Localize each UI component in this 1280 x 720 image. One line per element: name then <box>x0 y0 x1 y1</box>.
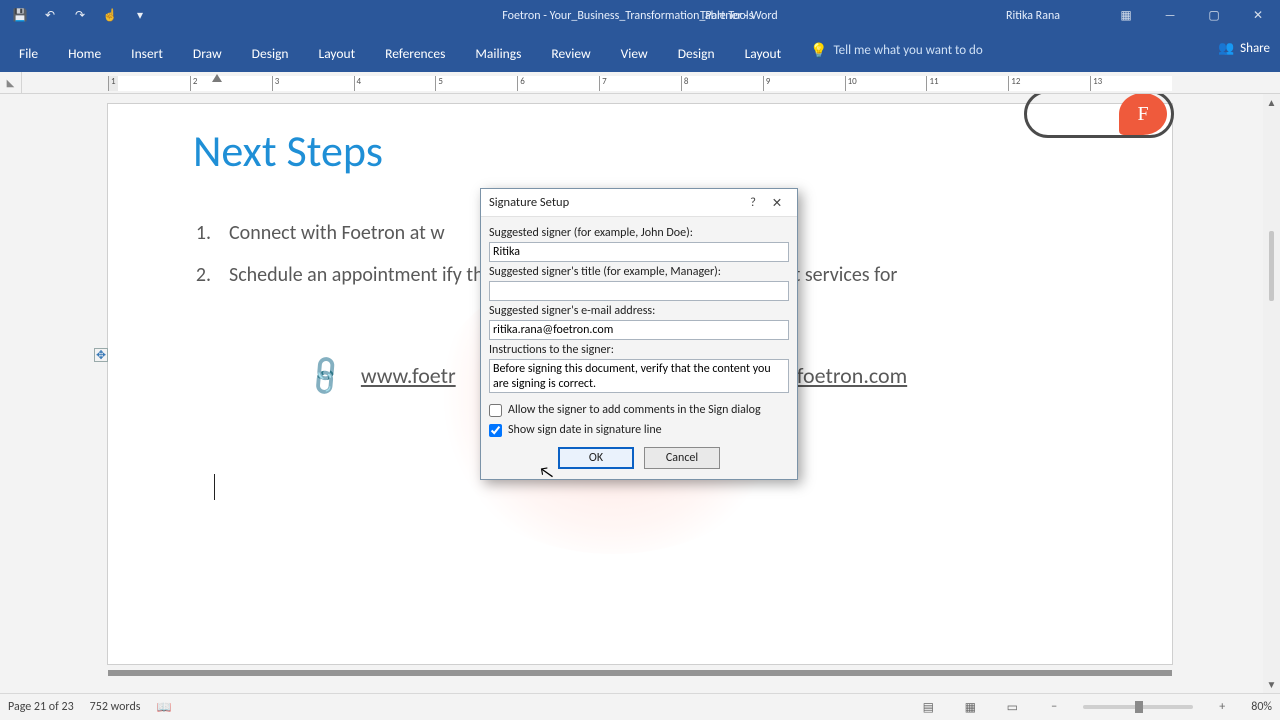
show-date-checkbox[interactable] <box>489 424 502 437</box>
text-cursor <box>214 474 215 500</box>
ruler-tick: 10 <box>845 76 927 91</box>
tab-view[interactable]: View <box>606 35 663 72</box>
signed-in-user[interactable]: Ritika Rana <box>1006 9 1060 23</box>
dialog-close-icon[interactable]: ✕ <box>765 195 789 211</box>
tell-me-search[interactable]: 💡 Tell me what you want to do <box>810 42 983 59</box>
ruler-area: ◣ 1 2 3 4 5 6 7 8 9 10 11 12 13 <box>0 72 1280 94</box>
zoom-slider[interactable] <box>1083 705 1193 709</box>
ruler-tick: 11 <box>926 76 1008 91</box>
ruler-tick: 7 <box>599 76 681 91</box>
tab-references[interactable]: References <box>370 35 460 72</box>
quick-access-toolbar: 💾 ↶ ↷ ☝ ▾ <box>0 4 152 28</box>
window-controls: ▦ — ▢ ✕ <box>1104 0 1280 31</box>
tab-home[interactable]: Home <box>53 35 116 72</box>
instructions-textarea[interactable] <box>489 359 789 393</box>
link-icon: 🔗 <box>301 351 350 400</box>
allow-comments-checkbox-row[interactable]: Allow the signer to add comments in the … <box>489 403 789 417</box>
ribbon-options-icon[interactable]: ▦ <box>1104 0 1148 31</box>
show-date-checkbox-row[interactable]: Show sign date in signature line <box>489 423 789 437</box>
ruler-tick: 5 <box>435 76 517 91</box>
dialog-titlebar[interactable]: Signature Setup ? ✕ <box>481 189 797 217</box>
select-all-corner[interactable]: ◣ <box>0 72 22 94</box>
ok-button[interactable]: OK <box>558 447 634 469</box>
page-heading: Next Steps <box>193 124 383 178</box>
web-layout-icon[interactable]: ▭ <box>999 697 1025 717</box>
dialog-title: Signature Setup <box>489 195 569 210</box>
signer-title-input[interactable] <box>489 281 789 301</box>
share-label: Share <box>1240 41 1270 56</box>
qat-customize-icon[interactable]: ▾ <box>128 4 152 28</box>
ruler-tick: 1 <box>108 76 190 91</box>
zoom-slider-thumb[interactable] <box>1135 701 1143 713</box>
ruler-tick: 12 <box>1008 76 1090 91</box>
signer-email-input[interactable] <box>489 320 789 340</box>
hyperlink-right[interactable]: .foetron.com <box>792 362 908 389</box>
tab-table-design[interactable]: Design <box>663 35 730 72</box>
logo-bubble-icon: F <box>1119 94 1167 135</box>
tab-mailings[interactable]: Mailings <box>460 35 536 72</box>
tab-design[interactable]: Design <box>237 35 304 72</box>
ruler-tick: 9 <box>763 76 845 91</box>
maximize-icon[interactable]: ▢ <box>1192 0 1236 31</box>
status-bar: Page 21 of 23 752 words 📖 ▤ ▦ ▭ − + 80% <box>0 693 1280 720</box>
cancel-button[interactable]: Cancel <box>644 447 720 469</box>
ruler-tick: 13 <box>1090 76 1172 91</box>
ribbon-tabs: File Home Insert Draw Design Layout Refe… <box>0 31 1280 72</box>
word-count[interactable]: 752 words <box>90 700 141 714</box>
zoom-out-icon[interactable]: − <box>1041 697 1067 717</box>
signer-title-label: Suggested signer's title (for example, M… <box>489 265 789 279</box>
signer-email-label: Suggested signer's e-mail address: <box>489 304 789 318</box>
tab-table-layout[interactable]: Layout <box>730 35 797 72</box>
ruler-tick: 8 <box>681 76 763 91</box>
share-icon: 👥 <box>1218 41 1234 56</box>
help-icon[interactable]: ? <box>741 195 765 210</box>
print-layout-icon[interactable]: ▦ <box>957 697 983 717</box>
brand-logo: F <box>1024 94 1174 138</box>
tab-layout[interactable]: Layout <box>304 35 371 72</box>
read-mode-icon[interactable]: ▤ <box>915 697 941 717</box>
undo-icon[interactable]: ↶ <box>38 4 62 28</box>
signer-label: Suggested signer (for example, John Doe)… <box>489 226 789 240</box>
contextual-tools-label: Table Tools <box>700 9 753 23</box>
allow-comments-checkbox[interactable] <box>489 404 502 417</box>
indent-marker-icon[interactable] <box>212 74 222 82</box>
scroll-down-icon[interactable]: ▼ <box>1263 676 1280 693</box>
save-icon[interactable]: 💾 <box>8 4 32 28</box>
scroll-up-icon[interactable]: ▲ <box>1263 94 1280 111</box>
share-button[interactable]: 👥 Share <box>1218 41 1270 56</box>
instructions-label: Instructions to the signer: <box>489 343 789 357</box>
vertical-scrollbar[interactable]: ▲ ▼ <box>1263 94 1280 693</box>
minimize-icon[interactable]: — <box>1148 0 1192 31</box>
zoom-level[interactable]: 80% <box>1251 700 1272 714</box>
hyperlink-left[interactable]: www.foetr <box>361 362 456 389</box>
proofing-icon[interactable]: 📖 <box>156 700 171 715</box>
zoom-in-icon[interactable]: + <box>1209 697 1235 717</box>
ruler-tick: 3 <box>272 76 354 91</box>
close-icon[interactable]: ✕ <box>1236 0 1280 31</box>
tab-insert[interactable]: Insert <box>116 35 178 72</box>
table-move-handle-icon[interactable]: ✥ <box>94 348 108 362</box>
show-date-label: Show sign date in signature line <box>508 423 662 437</box>
ruler-tick: 6 <box>517 76 599 91</box>
lightbulb-icon: 💡 <box>810 42 827 59</box>
allow-comments-label: Allow the signer to add comments in the … <box>508 403 761 417</box>
redo-icon[interactable]: ↷ <box>68 4 92 28</box>
scroll-thumb[interactable] <box>1269 231 1274 301</box>
page-count[interactable]: Page 21 of 23 <box>8 700 74 714</box>
horizontal-ruler[interactable]: 1 2 3 4 5 6 7 8 9 10 11 12 13 <box>108 76 1172 91</box>
touch-mode-icon[interactable]: ☝ <box>98 4 122 28</box>
tab-file[interactable]: File <box>4 35 53 72</box>
signature-setup-dialog: Signature Setup ? ✕ Suggested signer (fo… <box>480 188 798 480</box>
ruler-tick: 4 <box>354 76 436 91</box>
window-titlebar: 💾 ↶ ↷ ☝ ▾ Foetron - Your_Business_Transf… <box>0 0 1280 31</box>
tab-review[interactable]: Review <box>536 35 605 72</box>
signer-input[interactable] <box>489 242 789 262</box>
ruler-tick: 2 <box>190 76 272 91</box>
tell-me-placeholder: Tell me what you want to do <box>833 43 982 58</box>
tab-draw[interactable]: Draw <box>178 35 237 72</box>
